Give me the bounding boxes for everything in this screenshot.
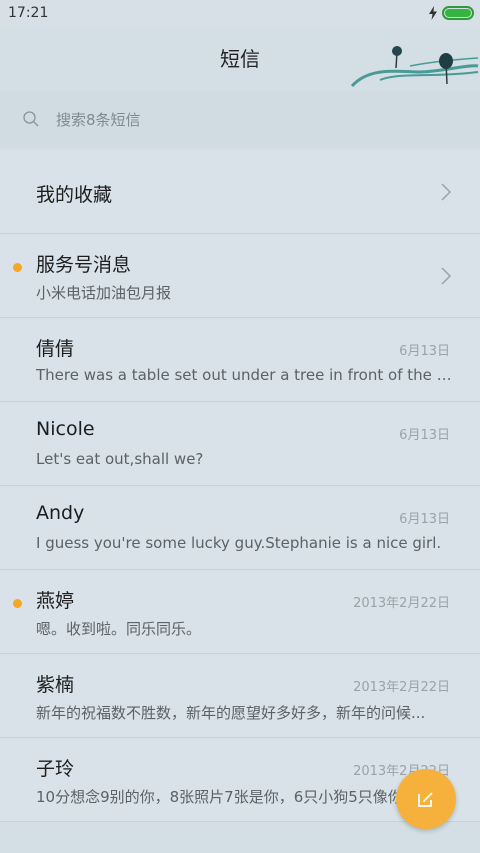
list-item-favorites[interactable]: 我的收藏 [0, 150, 480, 234]
conversation-name: 子玲 [36, 758, 75, 780]
battery-icon [442, 6, 474, 20]
list-item-service-messages[interactable]: 服务号消息 小米电话加油包月报 [0, 234, 480, 318]
status-indicators [428, 6, 474, 20]
list-item[interactable]: 紫楠 2013年2月22日 新年的祝福数不胜数，新年的愿望好多好多，新年的问候.… [0, 654, 480, 738]
conversation-name: Nicole [36, 418, 95, 440]
conversation-list: 我的收藏 服务号消息 小米电话加油包月报 倩倩 6月13日 There was … [0, 150, 480, 822]
conversation-date: 2013年2月22日 [353, 596, 450, 611]
conversation-preview: 10分想念9别的你，8张照片7张是你，6只小狗5只像你... [36, 788, 418, 806]
conversation-preview: Let's eat out,shall we? [36, 450, 204, 468]
landscape-decoration-icon [350, 46, 479, 88]
search-input[interactable]: 搜索8条短信 [56, 109, 141, 130]
status-time: 17:21 [8, 5, 49, 21]
search-bar[interactable]: 搜索8条短信 [0, 90, 480, 148]
chevron-right-icon [441, 267, 452, 285]
search-icon [23, 111, 39, 127]
conversation-name: 紫楠 [36, 674, 75, 696]
list-item[interactable]: 燕婷 2013年2月22日 嗯。收到啦。同乐同乐。 [0, 570, 480, 654]
conversation-preview: 小米电话加油包月报 [36, 284, 172, 302]
conversation-preview: I guess you're some lucky guy.Stephanie … [36, 534, 442, 552]
conversation-date: 6月13日 [399, 428, 450, 443]
unread-dot [13, 599, 22, 608]
chevron-right-icon [441, 183, 452, 201]
conversation-name: 服务号消息 [36, 254, 132, 276]
conversation-preview: There was a table set out under a tree i… [36, 366, 454, 384]
list-item[interactable]: Nicole 6月13日 Let's eat out,shall we? [0, 402, 480, 486]
conversation-name: Andy [36, 502, 85, 524]
conversation-name: 我的收藏 [36, 184, 113, 206]
list-item[interactable]: Andy 6月13日 I guess you're some lucky guy… [0, 486, 480, 570]
conversation-date: 6月13日 [399, 344, 450, 359]
conversation-date: 2013年2月22日 [353, 680, 450, 695]
header: 短信 [0, 28, 480, 88]
compose-icon [418, 792, 433, 807]
conversation-preview: 新年的祝福数不胜数，新年的愿望好多好多，新年的问候... [36, 704, 426, 722]
conversation-name: 燕婷 [36, 590, 75, 612]
status-bar: 17:21 [0, 0, 480, 28]
battery-fill [445, 9, 471, 17]
conversation-preview: 嗯。收到啦。同乐同乐。 [36, 620, 202, 638]
compose-button[interactable] [396, 769, 456, 829]
charging-icon [429, 6, 437, 20]
conversation-date: 6月13日 [399, 512, 450, 527]
unread-dot [13, 263, 22, 272]
list-item[interactable]: 倩倩 6月13日 There was a table set out under… [0, 318, 480, 402]
conversation-name: 倩倩 [36, 338, 75, 360]
